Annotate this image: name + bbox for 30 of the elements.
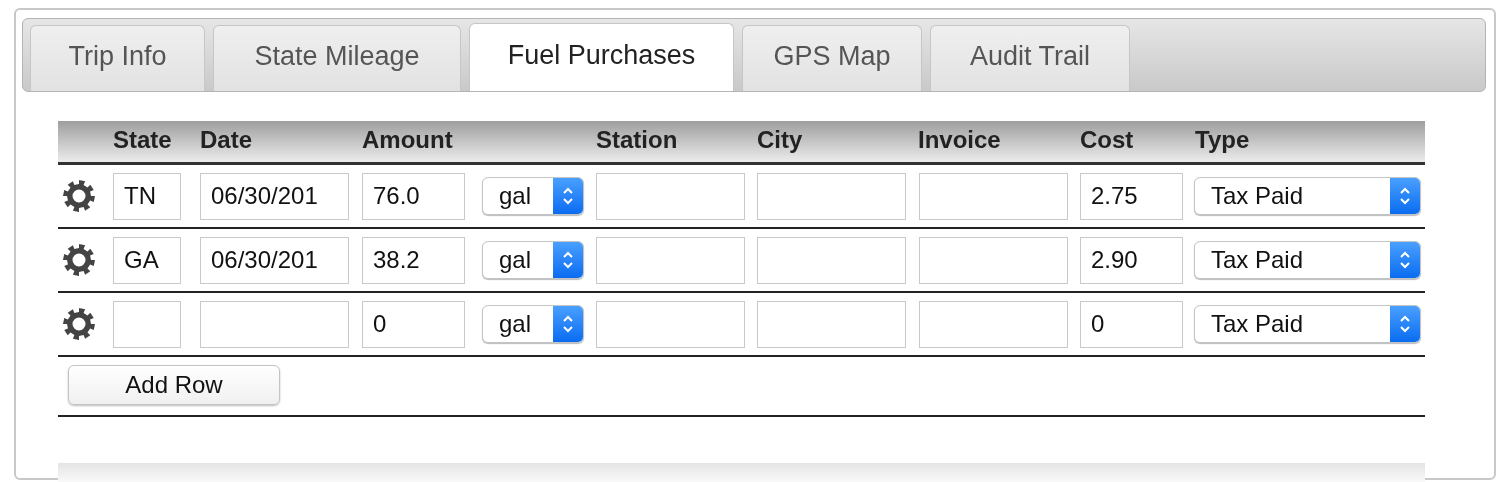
input-field[interactable]: 2.90: [1080, 236, 1183, 284]
input-field[interactable]: 76.0: [362, 172, 465, 220]
dropdown[interactable]: Tax Paid: [1194, 177, 1421, 215]
tab[interactable]: GPS Map: [742, 25, 922, 91]
column-header: Date: [200, 126, 253, 153]
tab[interactable]: Trip Info: [30, 25, 205, 91]
input-field[interactable]: GA: [113, 236, 181, 284]
column-header: Invoice: [918, 126, 1001, 153]
input-field[interactable]: TN: [113, 172, 181, 220]
dropdown[interactable]: Tax Paid: [1194, 305, 1421, 343]
dropdown[interactable]: Tax Paid: [1194, 241, 1421, 279]
column-header: Station: [596, 126, 678, 153]
tab[interactable]: Fuel Purchases: [469, 23, 734, 91]
column-header: Type: [1195, 126, 1250, 153]
input-field[interactable]: 06/30/201: [200, 172, 349, 220]
dropdown[interactable]: gal: [482, 177, 584, 215]
tab[interactable]: State Mileage: [213, 25, 461, 91]
input-field[interactable]: 06/30/201: [200, 236, 349, 284]
dropdown[interactable]: gal: [482, 241, 584, 279]
column-header: State: [113, 126, 172, 153]
input-field[interactable]: 0: [362, 300, 465, 348]
input-field[interactable]: 2.75: [1080, 172, 1183, 220]
column-header: Cost: [1080, 126, 1134, 153]
add-row-button[interactable]: Add Row: [68, 365, 280, 405]
input-field[interactable]: 38.2: [362, 236, 465, 284]
dropdown[interactable]: gal: [482, 305, 584, 343]
column-header: Amount: [362, 126, 453, 153]
tab[interactable]: Audit Trail: [930, 25, 1130, 91]
column-header: City: [757, 126, 803, 153]
input-field[interactable]: 0: [1080, 300, 1183, 348]
